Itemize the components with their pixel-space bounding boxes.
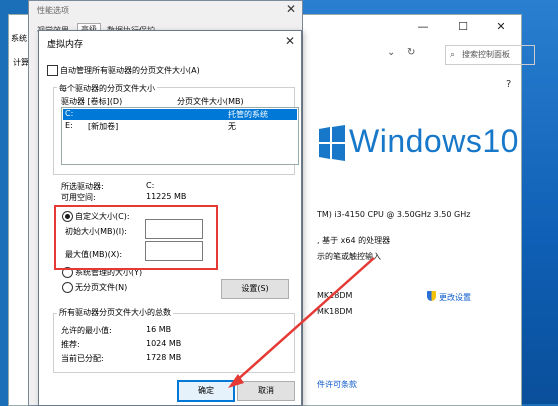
annotation-arrow-icon xyxy=(228,257,375,388)
